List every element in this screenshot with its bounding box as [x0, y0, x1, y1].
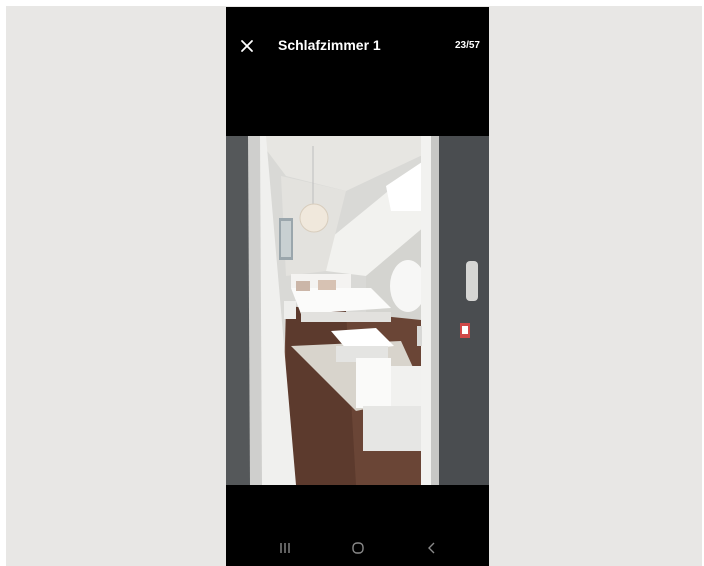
recent-apps-icon — [280, 543, 290, 553]
recent-apps-button[interactable] — [265, 534, 305, 562]
close-icon — [241, 40, 253, 52]
photo-title: Schlafzimmer 1 — [278, 37, 381, 53]
photo-counter: 23/57 — [454, 40, 480, 51]
bedroom-photo[interactable] — [226, 136, 489, 485]
photo-viewer: Schlafzimmer 1 23/57 — [226, 7, 489, 566]
home-button[interactable] — [338, 534, 378, 562]
back-button[interactable] — [412, 534, 452, 562]
home-icon — [352, 542, 364, 554]
system-nav-bar — [226, 530, 489, 566]
back-icon — [428, 542, 435, 554]
close-button[interactable] — [236, 35, 258, 57]
viewer-top-bar: Schlafzimmer 1 23/57 — [226, 7, 489, 83]
